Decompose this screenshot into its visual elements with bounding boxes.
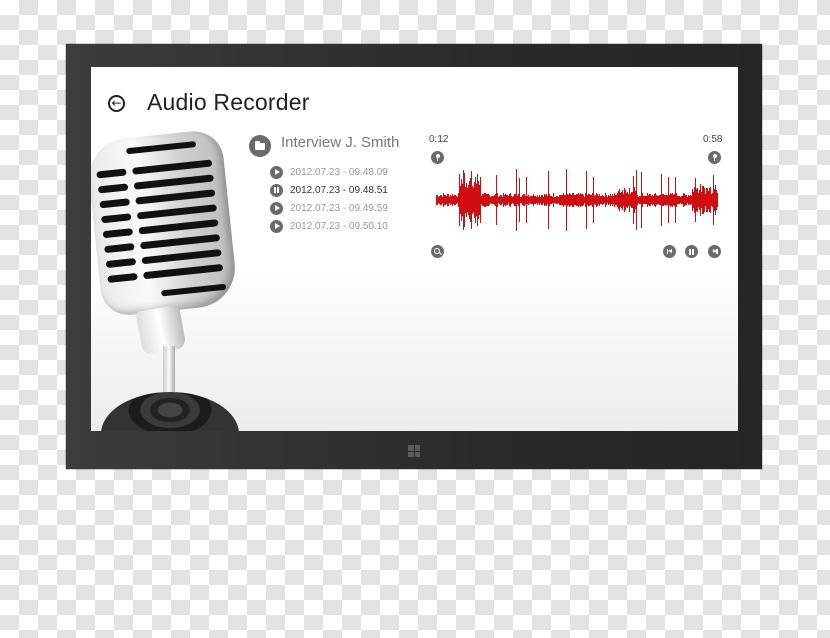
back-arrow-circle-icon[interactable]: ← — [108, 95, 125, 112]
pause-icon[interactable] — [685, 245, 698, 258]
location-pin-icon[interactable] — [431, 151, 444, 164]
play-icon[interactable] — [270, 201, 283, 215]
microphone-illustration — [91, 128, 241, 431]
microphone-neck — [135, 304, 187, 356]
page-title: Audio Recorder — [147, 89, 310, 115]
mic-grille-slot — [161, 283, 227, 297]
mic-grille-slot — [132, 159, 213, 175]
recording-list: 2012.07.23 - 09.48.09 2012.07.23 - 09.48… — [270, 163, 388, 235]
recording-label: 2012.07.23 - 09.48.09 — [290, 166, 388, 178]
start-time: 0:12 — [429, 134, 449, 145]
waveform-sample — [717, 192, 718, 208]
waveform[interactable] — [436, 167, 718, 233]
mic-grille-slot — [126, 141, 197, 155]
mic-grille-slot — [138, 219, 219, 235]
mic-grille-slot — [133, 174, 214, 190]
mic-grille-slot — [96, 168, 127, 179]
mic-grille-slot — [102, 228, 134, 239]
windows-logo-icon[interactable] — [408, 445, 420, 457]
mic-grille-slot — [100, 213, 132, 224]
app-screen: ← Audio Recorder Interview J. Smith 2012… — [91, 67, 738, 431]
end-time: 0:58 — [703, 134, 723, 145]
recording-label: 2012.07.23 - 09.48.51 — [290, 184, 388, 196]
mic-grille-slot — [139, 234, 221, 250]
mic-grille-slot — [143, 263, 224, 280]
recording-label: 2012.07.23 - 09.50.10 — [290, 220, 388, 232]
mic-grille-slot — [99, 198, 130, 209]
recording-item[interactable]: 2012.07.23 - 09.50.10 — [270, 217, 388, 235]
location-pin-icon[interactable] — [708, 151, 721, 164]
mic-grille-slot — [107, 272, 138, 283]
recording-item-active[interactable]: 2012.07.23 - 09.48.51 — [270, 181, 388, 199]
play-icon[interactable] — [270, 165, 283, 179]
magnifier-icon[interactable] — [431, 245, 444, 258]
mic-grille-slot — [136, 204, 218, 220]
folder-icon[interactable] — [249, 135, 271, 157]
pause-icon[interactable] — [270, 183, 283, 197]
mic-grille-slot — [141, 248, 222, 265]
recording-item[interactable]: 2012.07.23 - 09.48.09 — [270, 163, 388, 181]
mic-grille-slot — [105, 257, 137, 269]
tablet-frame: ← Audio Recorder Interview J. Smith 2012… — [66, 44, 762, 469]
mic-grille-slot — [97, 183, 129, 194]
microphone-head — [91, 128, 239, 318]
mic-grille-slot — [135, 189, 216, 205]
recording-group-title[interactable]: Interview J. Smith — [281, 134, 399, 151]
mic-grille-slot — [104, 243, 135, 254]
skip-next-icon[interactable] — [708, 245, 721, 258]
play-icon[interactable] — [270, 219, 283, 233]
skip-previous-icon[interactable] — [663, 245, 676, 258]
recording-item[interactable]: 2012.07.23 - 09.49.59 — [270, 199, 388, 217]
recording-label: 2012.07.23 - 09.49.59 — [290, 202, 388, 214]
microphone-base — [101, 392, 239, 431]
